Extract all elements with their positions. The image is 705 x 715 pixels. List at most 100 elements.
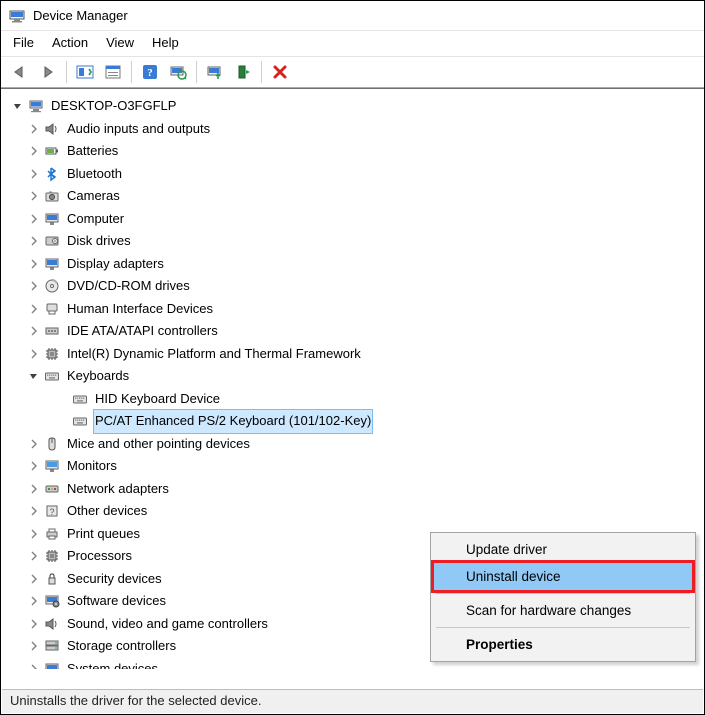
tree-root-label[interactable]: DESKTOP-O3FGFLP [49,94,178,119]
chevron-icon[interactable] [27,527,41,541]
uninstall-device-button[interactable] [267,60,293,84]
tree-category-camera[interactable]: Cameras [7,185,704,208]
tree-category-ide[interactable]: IDE ATA/ATAPI controllers [7,320,704,343]
device-icon [43,547,61,565]
device-tree-pane[interactable]: DESKTOP-O3FGFLPAudio inputs and outputsB… [1,88,704,669]
device-icon [43,660,61,669]
chevron-icon[interactable] [27,189,41,203]
help-button[interactable]: ? [137,60,163,84]
tree-category-network[interactable]: Network adapters [7,478,704,501]
chevron-icon[interactable] [27,459,41,473]
chevron-icon[interactable] [27,369,41,383]
back-button[interactable] [7,60,33,84]
tree-category-chip[interactable]: Intel(R) Dynamic Platform and Thermal Fr… [7,343,704,366]
tree-label[interactable]: Mice and other pointing devices [65,432,252,457]
tree-label[interactable]: Disk drives [65,229,133,254]
properties-toolbar-button[interactable] [100,60,126,84]
tree-label[interactable]: Security devices [65,567,164,592]
chevron-icon[interactable] [27,234,41,248]
tree-label[interactable]: HID Keyboard Device [93,387,222,412]
tree-label[interactable]: PC/AT Enhanced PS/2 Keyboard (101/102-Ke… [93,409,373,434]
tree-category-keyboard[interactable]: Keyboards [7,365,704,388]
tree-label[interactable]: Bluetooth [65,162,124,187]
tree-device-keyboard-1[interactable]: PC/AT Enhanced PS/2 Keyboard (101/102-Ke… [7,410,704,433]
chevron-icon[interactable] [27,549,41,563]
device-icon [43,457,61,475]
chevron-icon[interactable] [27,167,41,181]
tree-label[interactable]: Sound, video and game controllers [65,612,270,637]
chevron-icon[interactable] [55,414,69,428]
enable-device-button[interactable] [230,60,256,84]
chevron-icon[interactable] [27,662,41,669]
tree-category-monitor[interactable]: Computer [7,208,704,231]
ctx-uninstall-device[interactable]: Uninstall device [434,563,692,590]
tree-label[interactable]: Monitors [65,454,119,479]
chevron-icon[interactable] [27,257,41,271]
tree-label[interactable]: Network adapters [65,477,171,502]
chevron-icon[interactable] [27,572,41,586]
tree-label[interactable]: DVD/CD-ROM drives [65,274,192,299]
showhide-button[interactable] [72,60,98,84]
tree-label[interactable]: Other devices [65,499,149,524]
tree-category-dvd[interactable]: DVD/CD-ROM drives [7,275,704,298]
chevron-icon[interactable] [27,594,41,608]
chevron-icon[interactable] [27,482,41,496]
chevron-icon[interactable] [27,122,41,136]
tree-category-mouse[interactable]: Mice and other pointing devices [7,433,704,456]
chevron-icon[interactable] [27,144,41,158]
tree-label[interactable]: System devices [65,657,160,670]
tree-label[interactable]: Keyboards [65,364,131,389]
device-icon [43,187,61,205]
ctx-update-driver[interactable]: Update driver [434,536,692,563]
chevron-icon[interactable] [27,302,41,316]
tree-category-display[interactable]: Display adapters [7,253,704,276]
chevron-icon[interactable] [55,392,69,406]
tree-label[interactable]: Display adapters [65,252,166,277]
tree-category-other[interactable]: ? Other devices [7,500,704,523]
tree-label[interactable]: Human Interface Devices [65,297,215,322]
chevron-icon[interactable] [27,617,41,631]
device-icon [43,435,61,453]
menu-file[interactable]: File [13,35,34,50]
tree-label[interactable]: Audio inputs and outputs [65,117,212,142]
tree-label[interactable]: Computer [65,207,126,232]
menu-help[interactable]: Help [152,35,179,50]
tree-label[interactable]: Software devices [65,589,168,614]
chevron-icon[interactable] [27,212,41,226]
forward-button[interactable] [35,60,61,84]
device-icon [43,615,61,633]
chevron-icon[interactable] [27,504,41,518]
tree-category-battery[interactable]: Batteries [7,140,704,163]
tree-category-monitor2[interactable]: Monitors [7,455,704,478]
svg-text:?: ? [49,507,54,517]
app-icon [9,8,25,24]
chevron-icon[interactable] [27,639,41,653]
window-title: Device Manager [33,8,128,23]
tree-category-bluetooth[interactable]: Bluetooth [7,163,704,186]
chevron-icon[interactable] [27,437,41,451]
tree-label[interactable]: Print queues [65,522,142,547]
tree-label[interactable]: Processors [65,544,134,569]
tree-label[interactable]: Cameras [65,184,122,209]
chevron-icon[interactable] [11,99,25,113]
tree-device-keyboard-0[interactable]: HID Keyboard Device [7,388,704,411]
tree-root-node[interactable]: DESKTOP-O3FGFLP [7,95,704,118]
chevron-icon[interactable] [27,324,41,338]
update-driver-button[interactable] [202,60,228,84]
tree-category-speaker[interactable]: Audio inputs and outputs [7,118,704,141]
tree-category-hid[interactable]: Human Interface Devices [7,298,704,321]
tree-label[interactable]: IDE ATA/ATAPI controllers [65,319,220,344]
ctx-scan-hardware[interactable]: Scan for hardware changes [434,597,692,624]
toolbar-separator [261,61,262,83]
ctx-separator [436,593,690,594]
menu-view[interactable]: View [106,35,134,50]
tree-label[interactable]: Storage controllers [65,634,178,659]
tree-category-disk[interactable]: Disk drives [7,230,704,253]
menu-action[interactable]: Action [52,35,88,50]
chevron-icon[interactable] [27,347,41,361]
tree-label[interactable]: Batteries [65,139,120,164]
tree-label[interactable]: Intel(R) Dynamic Platform and Thermal Fr… [65,342,363,367]
chevron-icon[interactable] [27,279,41,293]
scan-hardware-button[interactable] [165,60,191,84]
ctx-properties[interactable]: Properties [434,631,692,658]
